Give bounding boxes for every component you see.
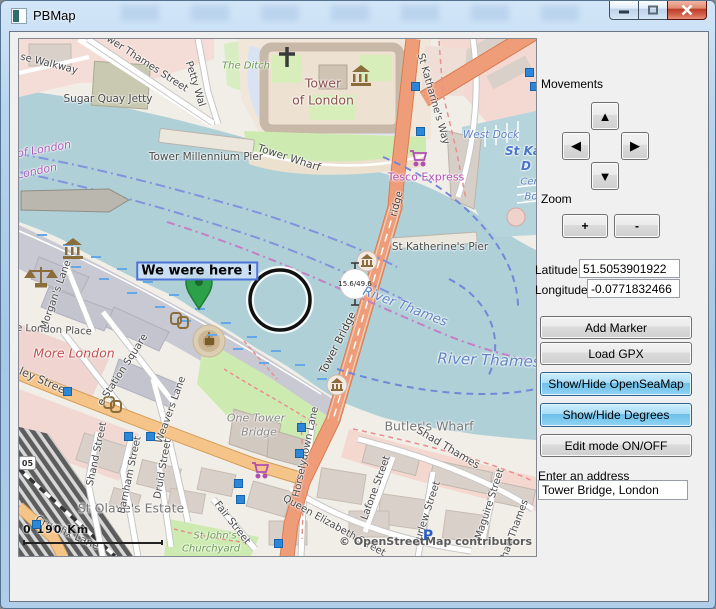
move-right-button[interactable]: ▶ (621, 132, 649, 160)
map-graphics (19, 39, 536, 556)
longitude-label: Longitude (535, 283, 588, 297)
parking-icon: P (423, 528, 433, 544)
app-window: PBMap (0, 0, 716, 609)
edit-node-handle[interactable] (32, 520, 41, 529)
move-down-button[interactable]: ▼ (591, 162, 619, 190)
latitude-input[interactable] (579, 259, 680, 278)
edit-node-handle[interactable] (416, 127, 425, 136)
edit-node-handle[interactable] (236, 495, 245, 504)
close-button[interactable] (667, 0, 707, 20)
edit-node-handle[interactable] (234, 479, 243, 488)
maximize-button[interactable] (638, 0, 668, 20)
toggle-openseamap-button[interactable]: Show/Hide OpenSeaMap (540, 372, 692, 396)
client-area: se Walkway wer Thames Street Petty Wal T… (9, 31, 709, 602)
scale-bar-line (23, 540, 163, 545)
move-up-button[interactable]: ▲ (591, 102, 619, 130)
window-title: PBMap (33, 8, 76, 23)
close-icon (681, 5, 694, 16)
edit-node-handle[interactable] (63, 387, 72, 396)
osm-attribution: © OpenStreetMap contributors (339, 535, 532, 548)
latitude-label: Latitude (535, 263, 578, 277)
move-left-button[interactable]: ◀ (562, 132, 590, 160)
movements-label: Movements (541, 77, 603, 91)
maximize-icon (647, 5, 659, 16)
load-gpx-button[interactable]: Load GPX (540, 342, 692, 365)
app-icon (11, 8, 27, 24)
minimize-button[interactable] (609, 0, 639, 20)
edit-node-handle[interactable] (146, 432, 155, 441)
bridge-clearance-text: 15.6/49.6 (338, 280, 372, 288)
address-input[interactable] (538, 480, 688, 500)
zoom-label: Zoom (541, 192, 572, 206)
add-marker-button[interactable]: Add Marker (540, 316, 692, 339)
minimize-icon (618, 5, 630, 15)
edit-node-handle[interactable] (411, 82, 420, 91)
zoom-out-button[interactable]: - (614, 214, 660, 238)
title-bar[interactable]: PBMap (1, 1, 715, 31)
edit-node-handle[interactable] (297, 423, 306, 432)
edit-node-handle[interactable] (295, 449, 304, 458)
zoom-in-button[interactable]: + (562, 214, 608, 238)
ship-hms-belfast (21, 189, 129, 212)
toggle-degrees-button[interactable]: Show/Hide Degrees (540, 403, 692, 427)
edit-mode-button[interactable]: Edit mode ON/OFF (540, 434, 692, 457)
edit-node-handle[interactable] (274, 539, 283, 548)
road-ref-badge: 05 (19, 456, 36, 470)
map-canvas[interactable]: se Walkway wer Thames Street Petty Wal T… (18, 38, 537, 557)
edit-node-handle[interactable] (525, 68, 534, 77)
edit-node-handle[interactable] (124, 432, 133, 441)
longitude-input[interactable] (587, 279, 680, 298)
we-were-here-label[interactable]: We were here ! (136, 262, 258, 281)
edit-node-handle[interactable] (530, 82, 537, 91)
